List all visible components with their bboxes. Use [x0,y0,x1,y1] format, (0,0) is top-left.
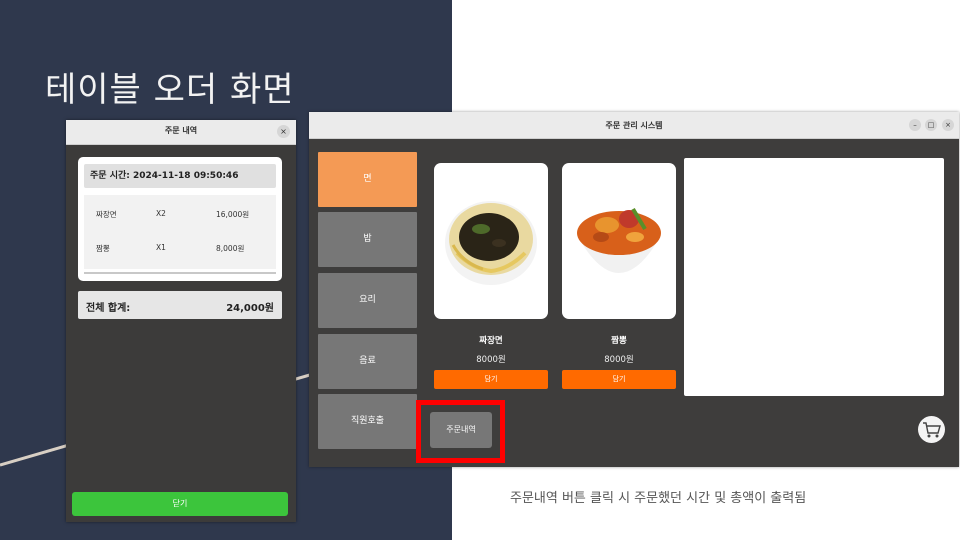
order-history-dialog: 주문 내역 × 주문 시간: 2024-11-18 09:50:46 짜장면 X… [66,120,296,522]
window-titlebar: 주문 관리 시스템 – □ × [309,112,959,139]
order-time: 주문 시간: 2024-11-18 09:50:46 [84,164,276,188]
dialog-titlebar: 주문 내역 × [66,120,296,145]
category-dishes[interactable]: 요리 [318,273,417,328]
jajangmyeon-image [445,201,537,285]
menu-card-jajangmyeon[interactable] [434,163,548,319]
window-title: 주문 관리 시스템 [605,121,663,130]
add-to-cart-button[interactable]: 담기 [434,370,548,389]
menu-item-price: 8000원 [476,355,506,365]
maximize-icon[interactable]: □ [925,119,937,131]
total-value: 24,000원 [226,303,274,314]
menu-item-price: 8000원 [604,355,634,365]
item-qty: X2 [156,209,166,218]
order-list-panel [684,158,944,396]
item-price: 16,000원 [216,210,250,219]
slide-title: 테이블 오더 화면 [45,70,295,110]
main-window: 주문 관리 시스템 – □ × 면 밥 요리 음료 직원호출 짜장면 8000원… [309,112,959,467]
minimize-icon[interactable]: – [909,119,921,131]
order-card: 주문 시간: 2024-11-18 09:50:46 짜장면 X2 16,000… [78,157,282,281]
order-history-button[interactable]: 주문내역 [430,412,492,448]
category-call-staff[interactable]: 직원호출 [318,394,417,449]
item-name: 짜장면 [96,210,117,219]
category-noodles[interactable]: 면 [318,152,417,207]
close-button[interactable]: 닫기 [72,492,288,516]
menu-item-name: 짬뽕 [611,336,627,346]
total-label: 전체 합계: [86,303,131,314]
slide-caption: 주문내역 버튼 클릭 시 주문했던 시간 및 총액이 출력됨 [510,491,807,506]
menu-card-jjamppong[interactable] [562,163,676,319]
cart-icon[interactable] [918,416,945,443]
item-price: 8,000원 [216,244,245,253]
category-drinks[interactable]: 음료 [318,334,417,389]
item-qty: X1 [156,243,166,252]
order-items-list: 짜장면 X2 16,000원 짬뽕 X1 8,000원 [84,195,276,269]
category-rice[interactable]: 밥 [318,212,417,267]
add-to-cart-button[interactable]: 담기 [562,370,676,389]
scrollbar[interactable] [84,272,276,274]
dialog-title: 주문 내역 [164,126,198,135]
item-name: 짬뽕 [96,244,110,253]
menu-item-name: 짜장면 [479,336,503,346]
close-icon[interactable]: × [277,125,290,138]
total-bar: 전체 합계: 24,000원 [78,291,282,319]
jjamppong-image [577,207,661,273]
close-icon[interactable]: × [942,119,954,131]
